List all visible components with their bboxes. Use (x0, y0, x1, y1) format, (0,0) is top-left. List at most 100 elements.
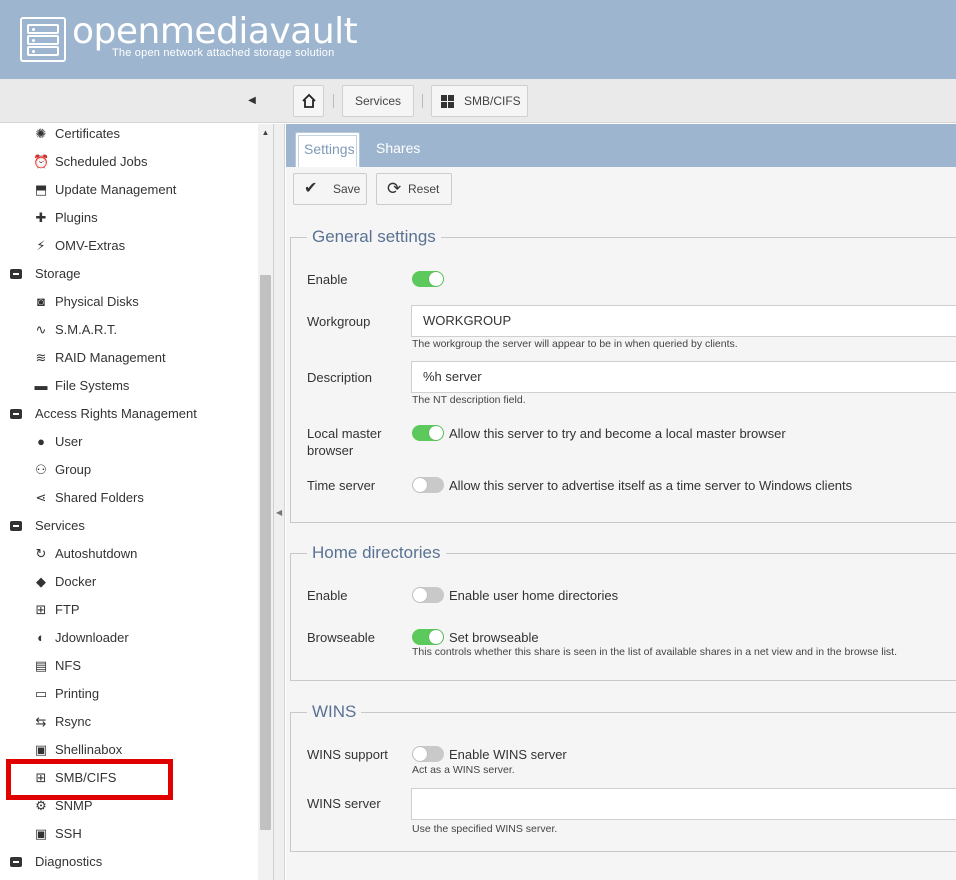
sidebar-item-ftp[interactable]: ⊞ FTP (0, 600, 257, 628)
heartbeat-icon: ∿ (35, 322, 47, 337)
app-tagline: The open network attached storage soluti… (112, 47, 335, 59)
sidebar-item-update-management[interactable]: ⬒ Update Management (0, 180, 257, 208)
sidebar-item-printing[interactable]: ▭ Printing (0, 684, 257, 712)
breadcrumb-separator (333, 94, 334, 108)
breadcrumb-smb-cifs[interactable]: SMB/CIFS (431, 85, 528, 117)
alarm-clock-icon: ⏰ (33, 154, 50, 169)
reset-button-label: Reset (408, 182, 440, 196)
sidebar-item-label: Diagnostics (35, 854, 103, 869)
home-directories-legend: Home directories (307, 542, 446, 564)
sidebar-item-certificates[interactable]: ✺ Certificates (0, 124, 257, 152)
enable-toggle[interactable] (412, 271, 444, 287)
tab-shares[interactable]: Shares (368, 132, 428, 167)
users-icon: ⚇ (35, 462, 47, 477)
tab-settings[interactable]: Settings (295, 132, 360, 167)
scroll-up-icon[interactable]: ▲ (258, 126, 273, 140)
browseable-toggle[interactable] (412, 629, 444, 645)
sidebar-item-label: Shared Folders (55, 490, 144, 505)
sidebar-item-user[interactable]: ● User (0, 432, 257, 460)
plug-icon: ⚡ (36, 238, 46, 253)
sidebar-item-snmp[interactable]: ⚙ SNMP (0, 796, 257, 824)
collapse-icon[interactable] (10, 409, 22, 419)
sidebar-item-docker[interactable]: ◆ Docker (0, 572, 257, 600)
sidebar-item-nfs[interactable]: ▤ NFS (0, 656, 257, 684)
sidebar-item-rsync[interactable]: ⇆ Rsync (0, 712, 257, 740)
sidebar-item-jdownloader[interactable]: ◐ Jdownloader (0, 628, 257, 656)
description-label: Description (307, 370, 373, 385)
sidebar-item-label: Plugins (55, 210, 98, 225)
collapse-icon[interactable] (10, 521, 22, 531)
collapse-icon[interactable] (10, 269, 22, 279)
splitter-arrow-icon[interactable]: ◀ (276, 508, 282, 517)
sidebar-scroll-thumb[interactable] (260, 275, 271, 830)
sidebar-item-label: SSH (55, 826, 82, 841)
collapse-sidebar-icon[interactable]: ◀ (244, 93, 260, 109)
browseable-text: Set browseable (449, 630, 539, 645)
download-icon: ◐ (37, 630, 45, 645)
sidebar-group-storage[interactable]: Storage (0, 264, 257, 292)
sidebar-item-label: Storage (35, 266, 81, 281)
breadcrumb-bar: ◀ Services SMB/CIFS (0, 79, 956, 123)
workgroup-input[interactable]: WORKGROUP (411, 305, 956, 337)
sidebar-item-raid-management[interactable]: ≋ RAID Management (0, 348, 257, 376)
sidebar-item-plugins[interactable]: ✚ Plugins (0, 208, 257, 236)
sidebar-item-label: OMV-Extras (55, 238, 126, 253)
sidebar-group-access-rights-management[interactable]: Access Rights Management (0, 404, 257, 432)
sidebar-item-label: Services (35, 518, 85, 533)
local-master-toggle[interactable] (412, 425, 444, 441)
wins-server-label: WINS server (307, 796, 381, 811)
sidebar-item-shared-folders[interactable]: ⋖ Shared Folders (0, 488, 257, 516)
wins-support-text: Enable WINS server (449, 747, 567, 762)
app-header: openmediavault The open network attached… (0, 0, 956, 79)
database-icon: ≋ (35, 350, 47, 365)
puzzle-icon: ✚ (35, 210, 47, 225)
app-logo-text: openmediavault (72, 11, 358, 52)
wins-support-label: WINS support (307, 747, 388, 762)
file-icon: ▤ (34, 658, 48, 673)
terminal-icon: ▣ (34, 742, 48, 757)
description-input[interactable]: %h server (411, 361, 956, 393)
home-enable-toggle[interactable] (412, 587, 444, 603)
home-icon (301, 93, 316, 108)
tab-bar: Settings Shares (286, 124, 956, 167)
wins-support-hint: Act as a WINS server. (412, 764, 515, 776)
sidebar-group-services[interactable]: Services (0, 516, 257, 544)
printer-icon: ▭ (34, 686, 48, 701)
home-directories-section: Home directories Enable Enable user home… (290, 542, 956, 681)
sidebar-item-label: User (55, 434, 83, 449)
sidebar-item-physical-disks[interactable]: ◙ Physical Disks (0, 292, 257, 320)
sidebar-item-group[interactable]: ⚇ Group (0, 460, 257, 488)
sidebar-item-s-m-a-r-t[interactable]: ∿ S.M.A.R.T. (0, 320, 257, 348)
sidebar-item-label: Printing (55, 686, 100, 701)
sidebar-item-scheduled-jobs[interactable]: ⏰ Scheduled Jobs (0, 152, 257, 180)
folder-icon: ▬ (34, 378, 48, 393)
sidebar-item-ssh[interactable]: ▣ SSH (0, 824, 257, 852)
sync-icon: ⇆ (35, 714, 47, 729)
sidebar-item-omv-extras[interactable]: ⚡ OMV-Extras (0, 236, 257, 264)
breadcrumb-home[interactable] (293, 85, 324, 117)
sidebar-item-file-systems[interactable]: ▬ File Systems (0, 376, 257, 404)
description-hint: The NT description field. (412, 394, 526, 406)
docker-icon: ◆ (36, 574, 46, 589)
breadcrumb-smb-label: SMB/CIFS (464, 94, 521, 108)
snmp-icon: ⚙ (35, 798, 47, 813)
sidebar-item-label: Docker (55, 574, 97, 589)
panel-splitter[interactable]: ◀ (274, 124, 285, 880)
sidebar-item-autoshutdown[interactable]: ↻ Autoshutdown (0, 544, 257, 572)
sidebar-item-label: Physical Disks (55, 294, 139, 309)
local-master-label: Local master browser (307, 425, 381, 459)
time-server-toggle[interactable] (412, 477, 444, 493)
enable-label: Enable (307, 272, 348, 287)
sidebar-group-diagnostics[interactable]: Diagnostics (0, 852, 257, 880)
reset-button[interactable]: ⟳ Reset (376, 173, 452, 205)
collapse-icon[interactable] (10, 857, 22, 867)
sidebar-item-label: S.M.A.R.T. (55, 322, 118, 337)
save-button[interactable]: ✔ Save (293, 173, 367, 205)
wins-support-toggle[interactable] (412, 746, 444, 762)
sidebar-item-label: Certificates (55, 126, 121, 141)
time-server-label: Time server (307, 478, 376, 493)
wins-server-input[interactable] (411, 788, 956, 820)
local-master-label-line2: browser (307, 443, 354, 458)
breadcrumb-services[interactable]: Services (342, 85, 414, 117)
sidebar-item-label: Scheduled Jobs (55, 154, 148, 169)
